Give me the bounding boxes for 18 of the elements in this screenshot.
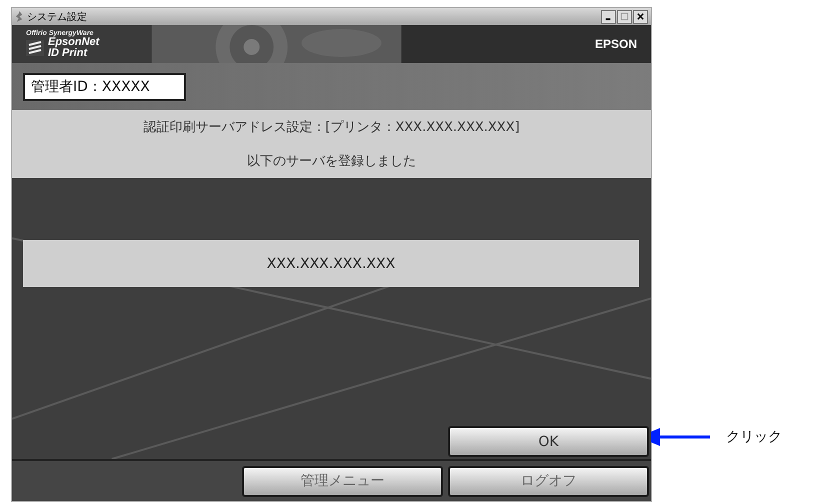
close-icon	[636, 12, 645, 21]
maximize-icon	[620, 12, 629, 21]
admin-id-field: 管理者ID：XXXXX	[23, 72, 186, 100]
app-icon	[15, 11, 24, 22]
annotation-label: クリック	[726, 428, 782, 446]
window-title: システム設定	[27, 10, 87, 24]
footer-button[interactable]: ログオフ	[448, 466, 649, 496]
brand-label: EPSON	[594, 37, 637, 51]
info-title: 認証印刷サーバアドレス設定：[プリンタ：XXX.XXX.XXX.XXX]	[143, 119, 520, 136]
server-address-field: XXX.XXX.XXX.XXX	[23, 240, 639, 287]
info-message: 以下のサーバを登録しました	[247, 153, 416, 170]
logo-icon	[26, 40, 44, 56]
ok-button[interactable]: OK	[448, 426, 649, 457]
product-name: ID Print	[48, 48, 88, 58]
minimize-button[interactable]	[601, 10, 616, 24]
product-name: EpsonNet	[48, 36, 100, 48]
close-button[interactable]	[633, 10, 648, 24]
footer-button[interactable]: 管理メニュー	[242, 466, 443, 496]
